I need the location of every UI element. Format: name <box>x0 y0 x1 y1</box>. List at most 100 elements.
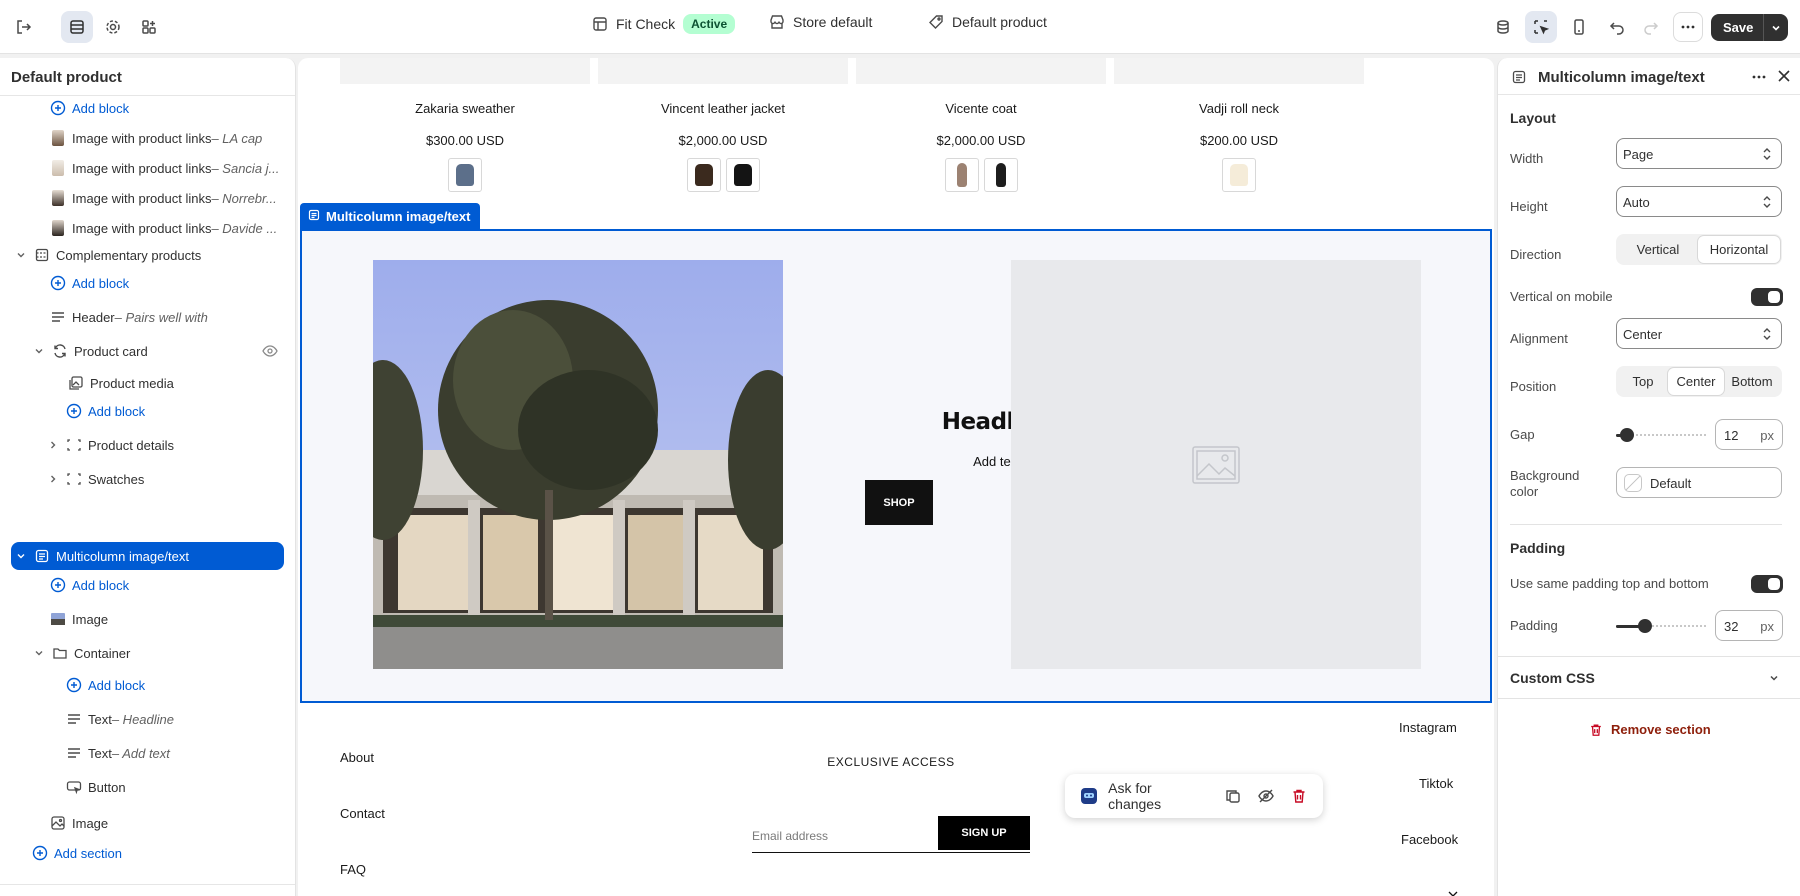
slider-handle[interactable] <box>1619 428 1634 442</box>
padding-input[interactable]: 32 px <box>1715 610 1783 641</box>
footer-link-about[interactable]: About <box>340 750 374 765</box>
footer-link-faq[interactable]: FAQ <box>340 862 366 877</box>
add-block-button[interactable]: Add block <box>0 397 295 425</box>
product-name[interactable]: Vicente coat <box>856 101 1106 116</box>
database-icon[interactable] <box>1487 11 1519 43</box>
more-actions-icon[interactable] <box>1673 12 1703 42</box>
chevron-down-icon[interactable] <box>14 549 28 563</box>
more-options-icon[interactable] <box>1750 68 1768 89</box>
direction-horizontal[interactable]: Horizontal <box>1698 236 1780 263</box>
product-image[interactable] <box>340 58 590 84</box>
product-image[interactable] <box>598 58 848 84</box>
close-icon[interactable] <box>1776 68 1792 87</box>
sidebar-item-multicolumn[interactable]: Multicolumn image/text <box>11 542 284 570</box>
gap-slider[interactable] <box>1616 427 1706 443</box>
ask-for-changes-button[interactable]: Ask for changes <box>1108 780 1205 812</box>
sidebar-item-button[interactable]: Button <box>0 773 295 801</box>
sidebar-item-image-links[interactable]: Image with product links – Norrebr... <box>0 184 295 212</box>
height-select[interactable]: Auto <box>1616 186 1782 217</box>
chevron-right-icon[interactable] <box>46 472 60 486</box>
store-selector[interactable]: Store default <box>769 14 872 30</box>
sidebar-item-product-card[interactable]: Product card <box>0 337 295 365</box>
template-selector[interactable]: Default product <box>928 14 1047 30</box>
trash-icon[interactable] <box>1286 782 1313 810</box>
sidekick-icon[interactable] <box>1075 782 1102 810</box>
gear-icon[interactable] <box>97 11 129 43</box>
chevron-down-icon[interactable] <box>32 646 46 660</box>
slider-handle[interactable] <box>1637 619 1652 633</box>
swatch[interactable] <box>1222 158 1256 192</box>
sidebar-item-complementary-products[interactable]: Complementary products <box>0 241 295 269</box>
position-center[interactable]: Center <box>1668 368 1724 395</box>
product-name[interactable]: Vincent leather jacket <box>598 101 848 116</box>
image-placeholder[interactable] <box>1011 260 1421 669</box>
sidebar-item-swatches[interactable]: Swatches <box>0 465 295 493</box>
chevron-down-icon[interactable] <box>1764 14 1788 41</box>
duplicate-icon[interactable] <box>1220 782 1247 810</box>
add-block-button[interactable]: Add block <box>0 94 295 122</box>
product-card[interactable]: Vadji roll neck $200.00 USD <box>1114 58 1364 192</box>
swatch[interactable] <box>725 158 760 192</box>
product-card[interactable]: Vincent leather jacket $2,000.00 USD <box>598 58 848 192</box>
mobile-preview-icon[interactable] <box>1563 11 1595 43</box>
vertical-mobile-toggle[interactable] <box>1751 288 1783 306</box>
chevron-down-icon[interactable] <box>1768 672 1780 687</box>
footer-link-instagram[interactable]: Instagram <box>1399 720 1457 735</box>
undo-icon[interactable] <box>1601 11 1633 43</box>
apps-icon[interactable] <box>133 11 165 43</box>
swatch[interactable] <box>983 158 1018 192</box>
sidebar-item-product-media[interactable]: Product media <box>0 369 295 397</box>
direction-vertical[interactable]: Vertical <box>1618 236 1698 263</box>
position-top[interactable]: Top <box>1618 368 1668 395</box>
shop-button[interactable]: SHOP <box>865 480 933 525</box>
save-button[interactable]: Save <box>1711 14 1765 41</box>
chevron-right-icon[interactable] <box>46 438 60 452</box>
signup-button[interactable]: SIGN UP <box>938 816 1030 850</box>
add-section-button[interactable]: Add section <box>0 839 295 867</box>
alignment-select[interactable]: Center <box>1616 318 1782 349</box>
gap-input[interactable]: 12 px <box>1715 419 1783 450</box>
swatch[interactable] <box>944 158 979 192</box>
swatch[interactable] <box>686 158 721 192</box>
email-input[interactable]: Email address <box>752 829 828 843</box>
same-padding-toggle[interactable] <box>1751 575 1783 593</box>
storefront-image[interactable] <box>373 260 783 669</box>
swatch[interactable] <box>448 158 482 192</box>
padding-slider[interactable] <box>1616 618 1706 634</box>
inspector-icon[interactable] <box>1525 11 1557 43</box>
position-bottom[interactable]: Bottom <box>1724 368 1780 395</box>
section-label-tag[interactable]: Multicolumn image/text <box>300 203 481 229</box>
sidebar-item-product-details[interactable]: Product details <box>0 431 295 459</box>
sidebar-item-image-links[interactable]: Image with product links – LA cap <box>0 124 295 152</box>
add-block-button[interactable]: Add block <box>0 571 295 599</box>
sidebar-item-text[interactable]: Text – Add text <box>0 739 295 767</box>
add-block-button[interactable]: Add block <box>0 671 295 699</box>
multicolumn-section[interactable]: Headline Add text SHOP <box>300 229 1492 703</box>
custom-css-heading[interactable]: Custom CSS <box>1510 670 1595 686</box>
footer-link-contact[interactable]: Contact <box>340 806 385 821</box>
product-image[interactable] <box>1114 58 1364 84</box>
chevron-down-icon[interactable] <box>32 344 46 358</box>
sidebar-item-image-links[interactable]: Image with product links – Sancia j... <box>0 154 295 182</box>
sidebar-item-header[interactable]: Header – Pairs well with <box>0 303 295 331</box>
add-block-button[interactable]: Add block <box>0 269 295 297</box>
redo-icon[interactable] <box>1635 11 1667 43</box>
remove-section-button[interactable]: Remove section <box>1589 722 1711 737</box>
sidebar-item-image[interactable]: Image <box>0 809 295 837</box>
eye-off-icon[interactable] <box>1253 782 1280 810</box>
chevron-down-icon[interactable] <box>14 248 28 262</box>
width-select[interactable]: Page <box>1616 138 1782 169</box>
sidebar-item-image[interactable]: Image <box>0 605 295 633</box>
sections-icon[interactable] <box>61 11 93 43</box>
product-name[interactable]: Zakaria sweather <box>340 101 590 116</box>
product-card[interactable]: Vicente coat $2,000.00 USD <box>856 58 1106 192</box>
eye-icon[interactable] <box>262 344 278 358</box>
product-image[interactable] <box>856 58 1106 84</box>
theme-selector[interactable]: Fit Check Active <box>592 14 736 34</box>
chevron-down-icon[interactable] <box>1448 886 1458 896</box>
product-name[interactable]: Vadji roll neck <box>1114 101 1364 116</box>
footer-link-facebook[interactable]: Facebook <box>1401 832 1458 847</box>
background-color-picker[interactable]: Default <box>1616 467 1782 498</box>
product-card[interactable]: Zakaria sweather $300.00 USD <box>340 58 590 192</box>
sidebar-item-container[interactable]: Container <box>0 639 295 667</box>
